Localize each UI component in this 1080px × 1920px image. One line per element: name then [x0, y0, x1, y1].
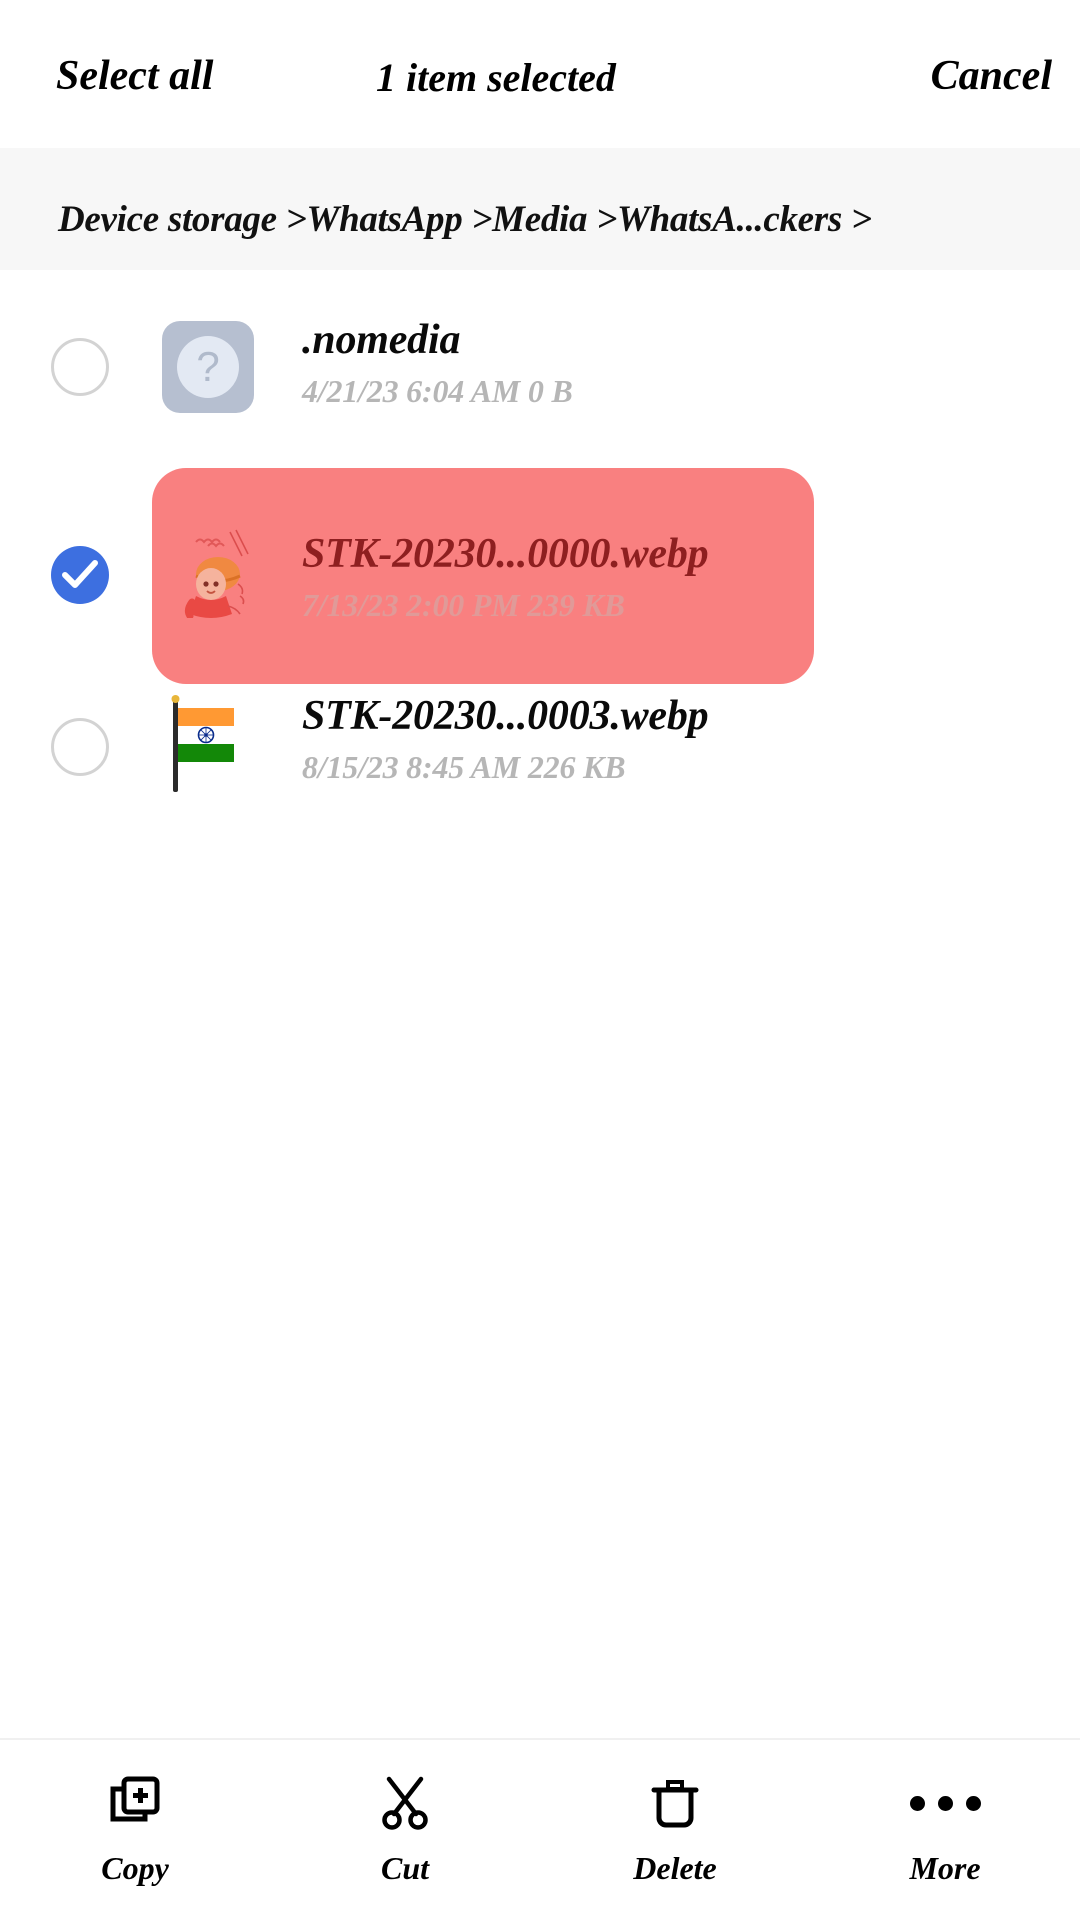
trash-icon [645, 1766, 705, 1840]
more-label: More [909, 1850, 981, 1886]
file-name: STK-20230...0003.webp [302, 693, 709, 739]
scissors-icon [375, 1766, 435, 1840]
file-info: STK-20230...0000.webp 7/13/23 2:00 PM 23… [302, 530, 709, 624]
selection-count-label: 1 item selected [376, 55, 616, 100]
copy-icon [105, 1766, 165, 1840]
cancel-button[interactable]: Cancel [931, 52, 1052, 100]
dot [965, 1795, 981, 1811]
copy-label: Copy [101, 1850, 169, 1886]
copy-button[interactable]: Copy [35, 1766, 235, 1887]
question-mark-glyph: ? [177, 336, 239, 398]
more-button[interactable]: More [845, 1766, 1045, 1887]
unknown-file-icon: ? [162, 321, 254, 413]
file-info: STK-20230...0003.webp 8/15/23 8:45 AM 22… [302, 692, 709, 786]
cut-label: Cut [380, 1850, 430, 1886]
india-flag-thumbnail [162, 690, 258, 796]
delete-label: Delete [633, 1850, 717, 1886]
dot [937, 1795, 953, 1811]
more-dots-icon [909, 1766, 981, 1840]
bottom-action-bar: Copy Cut Delete More [0, 1738, 1080, 1920]
file-name: STK-20230...0000.webp [302, 531, 709, 577]
file-list-item-selected[interactable]: STK-20230...0000.webp 7/13/23 2:00 PM 23… [0, 468, 1080, 684]
file-checkbox-checked[interactable] [51, 546, 109, 604]
check-icon [62, 560, 98, 588]
file-info: .nomedia 4/21/23 6:04 AM 0 B [302, 316, 573, 410]
file-list-item[interactable]: STK-20230...0003.webp 8/15/23 8:45 AM 22… [0, 668, 1080, 830]
file-meta: 7/13/23 2:00 PM 239 KB [302, 587, 625, 623]
file-list: ? .nomedia 4/21/23 6:04 AM 0 B STK-20230… [0, 270, 1080, 1738]
file-checkbox-unchecked[interactable] [51, 338, 109, 396]
selection-action-bar: Select all 1 item selected Cancel [0, 0, 1080, 148]
file-list-item[interactable]: ? .nomedia 4/21/23 6:04 AM 0 B [0, 288, 1080, 450]
file-meta: 4/21/23 6:04 AM 0 B [302, 373, 573, 409]
select-all-button[interactable]: Select all [56, 52, 213, 100]
breadcrumb-bar: Device storage >WhatsApp >Media >WhatsA.… [0, 148, 1080, 270]
file-name: .nomedia [302, 317, 461, 363]
dot [909, 1795, 925, 1811]
breadcrumb-path[interactable]: Device storage >WhatsApp >Media >WhatsA.… [58, 198, 872, 241]
sticker-thumbnail [178, 526, 264, 620]
delete-button[interactable]: Delete [575, 1766, 775, 1887]
file-checkbox-unchecked[interactable] [51, 718, 109, 776]
file-meta: 8/15/23 8:45 AM 226 KB [302, 749, 626, 785]
cut-button[interactable]: Cut [305, 1766, 505, 1887]
